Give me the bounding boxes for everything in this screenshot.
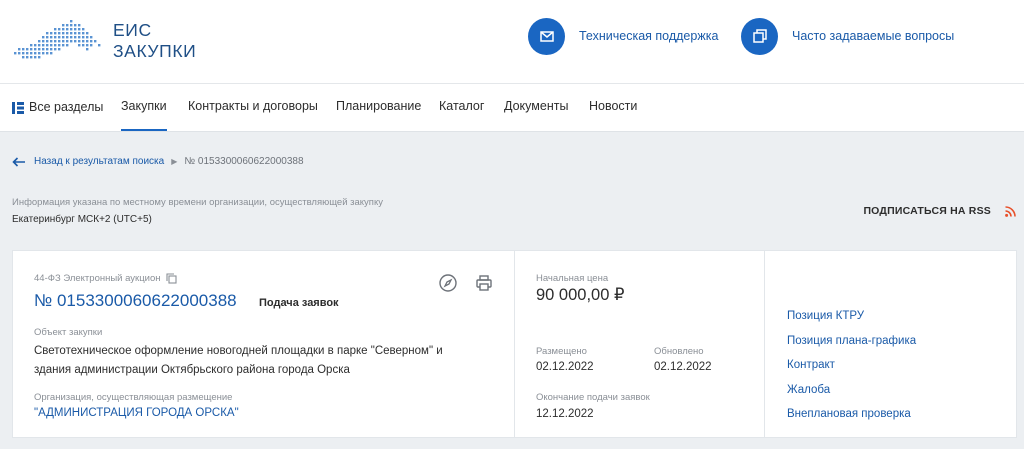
nav-contracts[interactable]: Контракты и договоры — [188, 84, 318, 131]
faq-label: Часто задаваемые вопросы — [792, 29, 955, 43]
updated-label: Обновлено — [654, 346, 704, 357]
complaint-link[interactable]: Жалоба — [787, 382, 916, 407]
arrow-left-icon — [12, 156, 25, 167]
copy-icon[interactable] — [166, 273, 178, 284]
org-label: Организация, осуществляющая размещение — [34, 392, 233, 403]
main-nav: Все разделы Закупки Контракты и договоры… — [0, 84, 1024, 132]
initial-price: 90 000,00 ₽ — [536, 286, 625, 304]
rss-subscribe-link[interactable]: ПОДПИСАТЬСЯ НА RSS — [863, 205, 1016, 217]
law-type: 44-ФЗ Электронный аукцион — [34, 273, 178, 284]
windows-icon — [741, 17, 778, 55]
back-to-results-link[interactable]: Назад к результатам поиска — [12, 156, 164, 167]
breadcrumb: Назад к результатам поиска ▶ № 015330006… — [12, 156, 304, 167]
print-icon[interactable] — [474, 273, 494, 293]
logo-line-1: ЕИС — [113, 20, 152, 40]
compass-icon[interactable] — [438, 273, 458, 293]
faq-link[interactable]: Часто задаваемые вопросы — [741, 17, 954, 55]
rss-label: ПОДПИСАТЬСЯ НА RSS — [863, 205, 991, 217]
org-name-link[interactable]: "АДМИНИСТРАЦИЯ ГОРОДА ОРСКА" — [34, 407, 239, 419]
logo-text[interactable]: ЕИС ЗАКУПКИ — [113, 20, 196, 62]
russia-map-logo-icon[interactable] — [12, 18, 102, 64]
back-label: Назад к результатам поиска — [34, 156, 165, 167]
nav-news[interactable]: Новости — [589, 84, 637, 131]
support-link[interactable]: Техническая поддержка — [528, 17, 718, 55]
unscheduled-inspection-link[interactable]: Внеплановая проверка — [787, 406, 916, 431]
column-divider — [514, 251, 515, 437]
object-label: Объект закупки — [34, 327, 103, 338]
site-header: ЕИС ЗАКУПКИ Техническая поддержка Часто … — [0, 0, 1024, 84]
nav-planning[interactable]: Планирование — [336, 84, 421, 131]
nav-all-sections[interactable]: Все разделы — [12, 84, 103, 131]
nav-catalog[interactable]: Каталог — [439, 84, 484, 131]
logo-line-2: ЗАКУПКИ — [113, 41, 197, 61]
nav-documents[interactable]: Документы — [504, 84, 568, 131]
nav-all-sections-label: Все разделы — [29, 100, 104, 114]
contract-link[interactable]: Контракт — [787, 357, 916, 382]
deadline-label: Окончание подачи заявок — [536, 392, 650, 403]
sections-icon — [12, 101, 24, 114]
column-divider — [764, 251, 765, 437]
registry-number-link[interactable]: № 0153300060622000388 — [34, 291, 237, 311]
breadcrumb-current: № 0153300060622000388 — [184, 156, 304, 167]
related-links: Позиция КТРУ Позиция плана-графика Контр… — [787, 308, 916, 431]
law-type-label: 44-ФЗ Электронный аукцион — [34, 273, 161, 284]
breadcrumb-separator-icon: ▶ — [171, 157, 178, 166]
timezone-note: Информация указана по местному времени о… — [12, 197, 383, 208]
object-text: Светотехническое оформление новогодней п… — [34, 345, 443, 376]
plan-schedule-position-link[interactable]: Позиция плана-графика — [787, 333, 916, 358]
stage-status: Подача заявок — [259, 297, 339, 309]
ktru-position-link[interactable]: Позиция КТРУ — [787, 308, 916, 333]
price-label: Начальная цена — [536, 273, 609, 284]
mail-icon — [528, 17, 565, 55]
updated-date: 02.12.2022 — [654, 361, 712, 373]
deadline-date: 12.12.2022 — [536, 408, 594, 420]
purchase-card: 44-ФЗ Электронный аукцион № 015330006062… — [12, 250, 1017, 438]
support-label: Техническая поддержка — [579, 29, 719, 43]
timezone-value: Екатеринбург МСК+2 (UTC+5) — [12, 214, 152, 225]
rss-icon — [1005, 205, 1016, 217]
placed-label: Размещено — [536, 346, 587, 357]
nav-purchases[interactable]: Закупки — [121, 84, 167, 131]
placed-date: 02.12.2022 — [536, 361, 594, 373]
